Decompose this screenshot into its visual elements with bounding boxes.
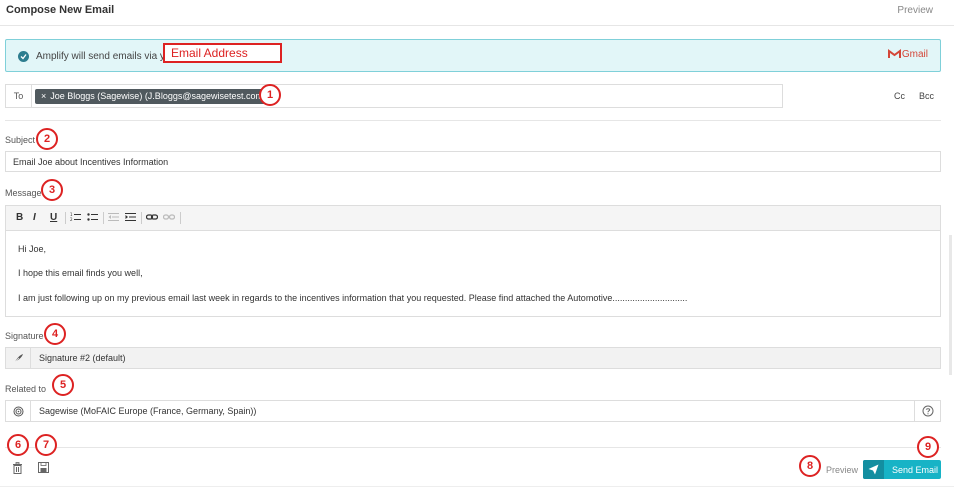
cc-button[interactable]: Cc [894, 91, 905, 101]
message-label: Message [5, 188, 42, 198]
toolbar-separator [180, 212, 181, 224]
annotation-marker: 4 [44, 323, 66, 345]
underline-icon[interactable]: U [50, 212, 57, 223]
toolbar-separator [141, 212, 142, 224]
message-line: Hi Joe, [18, 244, 47, 254]
save-icon[interactable] [38, 462, 49, 476]
signature-icon-cell [6, 348, 31, 368]
scrollbar[interactable] [949, 235, 952, 375]
help-button[interactable] [914, 401, 940, 421]
send-icon-cell [863, 460, 884, 479]
annotation-marker: 8 [799, 455, 821, 477]
toolbar-separator [65, 212, 66, 224]
outdent-icon[interactable] [108, 212, 119, 225]
related-value: Sagewise (MoFAIC Europe (France, Germany… [39, 406, 257, 416]
related-to-field[interactable]: Sagewise (MoFAIC Europe (France, Germany… [5, 400, 941, 422]
email-address-highlight: Email Address [163, 43, 282, 63]
page-title: Compose New Email [6, 4, 115, 16]
divider [5, 120, 941, 121]
italic-icon[interactable]: I [33, 212, 36, 223]
toolbar-separator [103, 212, 104, 224]
message-line: I am just following up on my previous em… [18, 293, 688, 303]
signature-select[interactable]: Signature #2 (default) [5, 347, 941, 369]
subject-value: Email Joe about Incentives Information [13, 157, 169, 167]
to-field[interactable]: To × Joe Bloggs (Sagewise) (J.Bloggs@sage… [5, 84, 783, 108]
editor-toolbar: B I U 12 [6, 206, 940, 231]
message-line: I hope this email finds you well, [18, 268, 143, 278]
annotation-marker: 7 [35, 434, 57, 456]
gmail-label: Gmail [901, 49, 928, 60]
paper-plane-icon [868, 464, 879, 475]
annotation-marker: 9 [917, 436, 939, 458]
compose-header: Compose New Email Preview [0, 0, 954, 26]
annotation-marker: 3 [41, 179, 63, 201]
svg-text:2: 2 [70, 217, 73, 222]
link-icon[interactable] [145, 212, 159, 225]
recipient-chip[interactable]: × Joe Bloggs (Sagewise) (J.Bloggs@sagewis… [35, 89, 272, 104]
divider [0, 486, 954, 487]
signature-label: Signature [5, 331, 44, 341]
gmail-icon [887, 49, 901, 58]
help-icon [922, 405, 934, 417]
send-email-label: Send Email [892, 465, 939, 475]
preview-button[interactable]: Preview [826, 465, 858, 475]
unlink-icon[interactable] [162, 212, 176, 225]
indent-icon[interactable] [125, 212, 136, 225]
annotation-marker: 2 [36, 128, 58, 150]
banner-text: Amplify will send emails via your [36, 51, 180, 62]
signature-value: Signature #2 (default) [39, 353, 126, 363]
trash-icon[interactable] [12, 462, 23, 477]
bcc-button[interactable]: Bcc [919, 91, 934, 101]
header-preview-link[interactable]: Preview [897, 5, 933, 16]
gmail-provider: Gmail [887, 49, 928, 60]
divider [5, 447, 941, 448]
ordered-list-icon[interactable]: 12 [70, 212, 81, 225]
check-circle-icon [18, 51, 29, 62]
target-icon [13, 406, 24, 417]
annotation-marker: 6 [7, 434, 29, 456]
annotation-marker: 5 [52, 374, 74, 396]
send-email-button[interactable]: Send Email [863, 460, 941, 479]
to-label: To [6, 85, 32, 107]
subject-label: Subject [5, 135, 36, 145]
remove-recipient-icon[interactable]: × [41, 91, 46, 101]
bold-icon[interactable]: B [16, 212, 23, 223]
related-label: Related to [5, 384, 47, 394]
subject-input[interactable]: Email Joe about Incentives Information [5, 151, 941, 172]
bullet-list-icon[interactable] [87, 212, 98, 225]
feather-icon [14, 354, 23, 363]
related-icon-cell [6, 401, 31, 421]
sender-banner: Amplify will send emails via your Email … [5, 39, 941, 72]
recipient-chip-label: Joe Bloggs (Sagewise) (J.Bloggs@sagewise… [50, 91, 266, 101]
message-editor[interactable]: B I U 12 Hi Joe, I hope this email finds… [5, 205, 941, 317]
annotation-marker: 1 [259, 84, 281, 106]
